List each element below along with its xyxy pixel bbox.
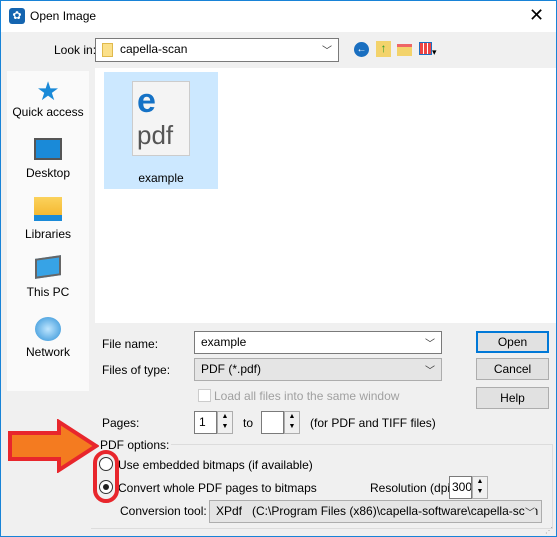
pdf-icon-text: pdf	[137, 120, 174, 150]
cancel-button[interactable]: Cancel	[476, 358, 549, 380]
places-label: Desktop	[25, 166, 71, 180]
chevron-down-icon: ﹀	[322, 46, 332, 57]
places-label: Quick access	[12, 105, 84, 119]
file-name-label: File name:	[102, 337, 159, 351]
conversion-tool-select[interactable]: XPdf (C:\Program Files (x86)\capella-sof…	[209, 500, 542, 523]
window-title: Open Image	[30, 9, 97, 23]
close-icon[interactable]: ✕	[529, 5, 544, 26]
up-folder-icon[interactable]: ↑	[376, 41, 391, 57]
places-label: Network	[25, 345, 70, 359]
resolution-input[interactable]: 300	[449, 476, 472, 499]
embedded-bitmaps-label[interactable]: Use embedded bitmaps (if available)	[118, 458, 313, 472]
places-label: Libraries	[24, 227, 72, 241]
look-in-label: Look in:	[54, 43, 97, 57]
places-item-libraries[interactable]: Libraries	[7, 197, 89, 247]
convert-pages-label[interactable]: Convert whole PDF pages to bitmaps	[118, 481, 317, 495]
places-item-this-pc[interactable]: This PC	[7, 255, 89, 307]
file-name: example	[138, 171, 184, 185]
file-list[interactable]: e pdf example	[95, 68, 556, 323]
pages-to-spinner[interactable]: ▲ ▼	[284, 411, 300, 434]
places-label: This PC	[26, 285, 70, 299]
resize-grip-icon[interactable]: ⋰	[545, 526, 553, 535]
file-name-input[interactable]: example ﹀	[194, 331, 442, 354]
pages-to-label: to	[243, 416, 254, 430]
files-of-type-value: PDF (*.pdf)	[201, 362, 262, 376]
look-in-combo[interactable]: capella-scan ﹀	[95, 38, 339, 62]
back-icon[interactable]: ←	[354, 42, 369, 57]
annotation-arrow	[8, 419, 99, 473]
app-icon: ✿	[9, 8, 25, 24]
view-menu-icon[interactable]: ▾	[419, 42, 441, 57]
folder-icon	[102, 43, 113, 57]
files-of-type-label: Files of type:	[102, 363, 171, 377]
files-of-type-select[interactable]: PDF (*.pdf) ﹀	[194, 358, 442, 381]
conversion-tool-label: Conversion tool:	[120, 504, 207, 518]
pages-from-spinner[interactable]: ▲ ▼	[217, 411, 233, 434]
places-item-network[interactable]: Network	[7, 317, 89, 367]
new-folder-icon[interactable]	[397, 44, 412, 56]
file-name-value: example	[201, 335, 247, 349]
chevron-down-icon[interactable]: ﹀	[425, 335, 435, 350]
computer-icon	[35, 255, 61, 279]
desktop-icon	[34, 138, 62, 160]
load-all-label: Load all files into the same window	[214, 389, 400, 403]
resolution-label: Resolution (dpi):	[370, 481, 458, 495]
resolution-spinner[interactable]: ▲ ▼	[472, 476, 488, 499]
open-button[interactable]: Open	[476, 331, 549, 353]
pages-to-input[interactable]	[261, 411, 284, 434]
resolution-value: 300	[452, 480, 472, 494]
pages-from-value: 1	[199, 415, 206, 429]
open-image-dialog: ✿ Open Image ✕ Look in: capella-scan ﹀ ←…	[0, 0, 557, 537]
pages-label: Pages:	[102, 416, 140, 430]
pages-from-input[interactable]: 1	[194, 411, 217, 434]
places-item-quick-access[interactable]: ★ Quick access	[7, 77, 89, 127]
places-item-desktop[interactable]: Desktop	[7, 138, 89, 188]
file-item[interactable]: e pdf example	[104, 72, 218, 189]
annotation-highlight-circle	[93, 450, 119, 503]
network-icon	[35, 317, 61, 341]
chevron-down-icon: ﹀	[425, 366, 435, 377]
load-all-checkbox[interactable]	[198, 389, 211, 402]
libraries-icon	[34, 197, 62, 221]
help-button[interactable]: Help	[476, 387, 549, 409]
conversion-tool-value: XPdf (C:\Program Files (x86)\capella-sof…	[216, 504, 542, 518]
pages-note: (for PDF and TIFF files)	[310, 416, 436, 430]
pdf-file-icon: e pdf	[132, 81, 190, 156]
look-in-value: capella-scan	[120, 42, 188, 56]
star-icon: ★	[36, 76, 60, 106]
chevron-down-icon: ﹀	[525, 504, 535, 519]
title-bar: ✿ Open Image ✕	[1, 1, 556, 32]
